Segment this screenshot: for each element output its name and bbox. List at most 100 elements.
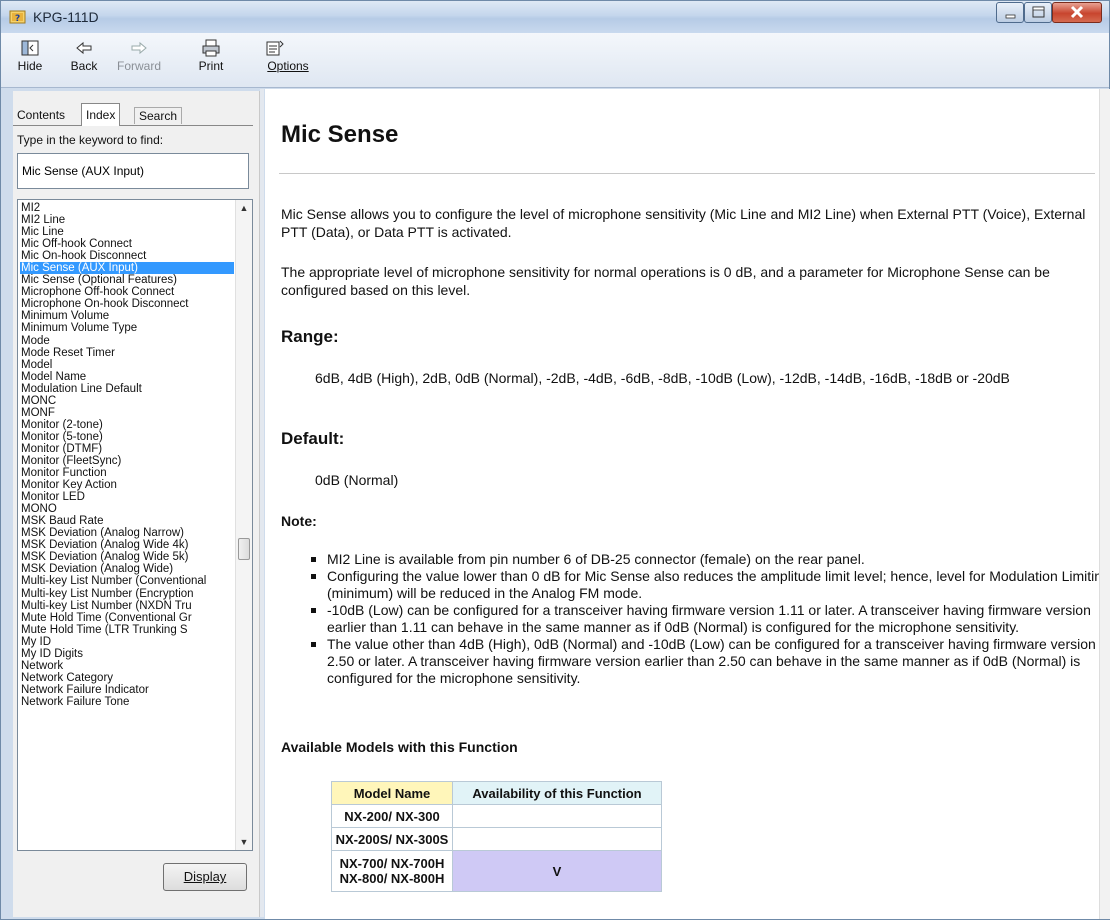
index-list-item[interactable]: Monitor (2-tone) (20, 419, 234, 431)
intro-paragraph-2: The appropriate level of microphone sens… (281, 264, 1050, 298)
index-list-item[interactable]: Modulation Line Default (20, 383, 234, 395)
range-text: 6dB, 4dB (High), 2dB, 0dB (Normal), -2dB… (315, 370, 1010, 386)
index-list-item[interactable]: Mute Hold Time (LTR Trunking S (20, 624, 234, 636)
hide-button[interactable]: Hide (9, 35, 51, 83)
maximize-icon (1032, 6, 1045, 18)
models-heading: Available Models with this Function (281, 739, 518, 755)
default-text: 0dB (Normal) (315, 472, 399, 488)
options-button[interactable]: Options (263, 35, 313, 83)
svg-text:?: ? (15, 14, 20, 24)
display-button[interactable]: Display (163, 863, 247, 891)
index-list-item[interactable]: Network Category (20, 672, 234, 684)
forward-label: Forward (116, 59, 161, 73)
hide-label: Hide (17, 59, 43, 73)
navigation-pane: Contents Index Search Type in the keywor… (13, 91, 260, 917)
index-list-item[interactable]: Monitor Key Action (20, 479, 234, 491)
models-table: Model Name Availability of this Function… (331, 781, 662, 892)
index-list-item[interactable]: Mic On-hook Disconnect (20, 250, 234, 262)
index-list-item[interactable]: Network Failure Indicator (20, 684, 234, 696)
index-list-item[interactable]: Mic Off-hook Connect (20, 238, 234, 250)
index-list-item[interactable]: My ID Digits (20, 648, 234, 660)
index-list-item[interactable]: Model (20, 359, 234, 371)
index-list-item[interactable]: Microphone On-hook Disconnect (20, 298, 234, 310)
notes-list: MI2 Line is available from pin number 6 … (305, 551, 1099, 687)
index-list-item[interactable]: MSK Deviation (Analog Wide 4k) (20, 539, 234, 551)
index-list-item[interactable]: Mute Hold Time (Conventional Gr (20, 612, 234, 624)
list-item: MI2 Line is available from pin number 6 … (311, 551, 1099, 568)
title-divider (279, 173, 1095, 174)
scroll-down-icon[interactable]: ▼ (236, 834, 252, 850)
index-list-item[interactable]: MI2 (20, 202, 234, 214)
table-row: NX-200/ NX-300 (331, 804, 662, 828)
tab-contents[interactable]: Contents (15, 107, 67, 123)
options-label: Options (267, 59, 309, 73)
availability-cell (452, 827, 662, 851)
index-listbox[interactable]: MI2 MI2 Line Mic Line Mic Off-hook Connect M… (17, 199, 253, 851)
availability-cell: V (452, 850, 662, 892)
back-arrow-icon (76, 41, 92, 55)
index-list-item[interactable]: MI2 Line (20, 214, 234, 226)
keyword-label: Type in the keyword to find: (17, 133, 164, 147)
tab-divider (13, 125, 253, 126)
availability-cell (452, 804, 662, 828)
index-list-item[interactable]: Monitor Function (20, 467, 234, 479)
index-list-item[interactable]: MONF (20, 407, 234, 419)
model-cell: NX-200S/ NX-300S (331, 827, 453, 851)
index-list-item[interactable]: MSK Deviation (Analog Narrow) (20, 527, 234, 539)
index-list-item[interactable]: Multi-key List Number (NXDN Tru (20, 600, 234, 612)
maximize-button[interactable] (1024, 2, 1052, 23)
index-list-item[interactable]: MONC (20, 395, 234, 407)
index-list-item[interactable]: Mode Reset Timer (20, 347, 234, 359)
index-list-item[interactable]: Monitor (DTMF) (20, 443, 234, 455)
hide-pane-icon (21, 40, 39, 56)
index-list-item[interactable]: Minimum Volume Type (20, 322, 234, 334)
index-list-item[interactable]: Mic Sense (Optional Features) (20, 274, 234, 286)
note-heading: Note: (281, 513, 317, 529)
index-list-item[interactable]: Model Name (20, 371, 234, 383)
help-app-icon: ? (9, 10, 26, 24)
help-window: ? KPG-111D Hide Back Forward Print Optio… (0, 0, 1110, 920)
index-list-item[interactable]: Mode (20, 335, 234, 347)
tab-search[interactable]: Search (134, 107, 183, 124)
keyword-input[interactable] (17, 153, 249, 189)
index-list-item[interactable]: Monitor (FleetSync) (20, 455, 234, 467)
index-list-item[interactable]: MSK Deviation (Analog Wide 5k) (20, 551, 234, 563)
index-list-item[interactable]: Microphone Off-hook Connect (20, 286, 234, 298)
index-list-item[interactable]: Mic Line (20, 226, 234, 238)
topic-scrollbar[interactable] (1099, 89, 1110, 919)
forward-arrow-icon (131, 41, 147, 55)
index-scrollbar[interactable]: ▲ ▼ (235, 200, 252, 850)
list-item: -10dB (Low) can be configured for a tran… (311, 602, 1099, 636)
list-item: Configuring the value lower than 0 dB fo… (311, 568, 1099, 602)
close-button[interactable] (1052, 2, 1102, 23)
pane-splitter[interactable] (260, 89, 264, 917)
table-row: NX-700/ NX-700H NX-800/ NX-800H V (331, 850, 662, 892)
tab-index[interactable]: Index (81, 103, 121, 126)
index-list-item[interactable]: Mic Sense (AUX Input) (20, 262, 234, 275)
back-button[interactable]: Back (61, 35, 107, 83)
forward-button[interactable]: Forward (111, 35, 167, 83)
scroll-up-icon[interactable]: ▲ (236, 200, 252, 216)
intro-paragraph-1: Mic Sense allows you to configure the le… (281, 206, 1086, 240)
index-list-item[interactable]: MSK Deviation (Analog Wide) (20, 563, 234, 575)
index-list-item[interactable]: Multi-key List Number (Encryption (20, 588, 234, 600)
index-list-item[interactable]: MSK Baud Rate (20, 515, 234, 527)
index-list-item[interactable]: Network (20, 660, 234, 672)
title-bar: ? KPG-111D (1, 1, 1109, 33)
options-icon (266, 40, 284, 56)
index-list-item[interactable]: My ID (20, 636, 234, 648)
minimize-button[interactable] (996, 2, 1024, 23)
printer-icon (202, 39, 220, 57)
index-list-item[interactable]: Multi-key List Number (Conventional (20, 575, 234, 587)
index-list-item[interactable]: MONO (20, 503, 234, 515)
print-label: Print (198, 59, 224, 73)
index-list-item[interactable]: Monitor LED (20, 491, 234, 503)
model-cell: NX-700/ NX-700H NX-800/ NX-800H (331, 850, 453, 892)
table-header-row: Model Name Availability of this Function (331, 781, 662, 805)
index-list-item[interactable]: Minimum Volume (20, 310, 234, 322)
index-list-item[interactable]: Monitor (5-tone) (20, 431, 234, 443)
index-list-item[interactable]: Network Failure Tone (20, 696, 234, 708)
page-title: Mic Sense (281, 121, 399, 148)
scroll-thumb[interactable] (238, 538, 250, 560)
print-button[interactable]: Print (191, 35, 231, 83)
